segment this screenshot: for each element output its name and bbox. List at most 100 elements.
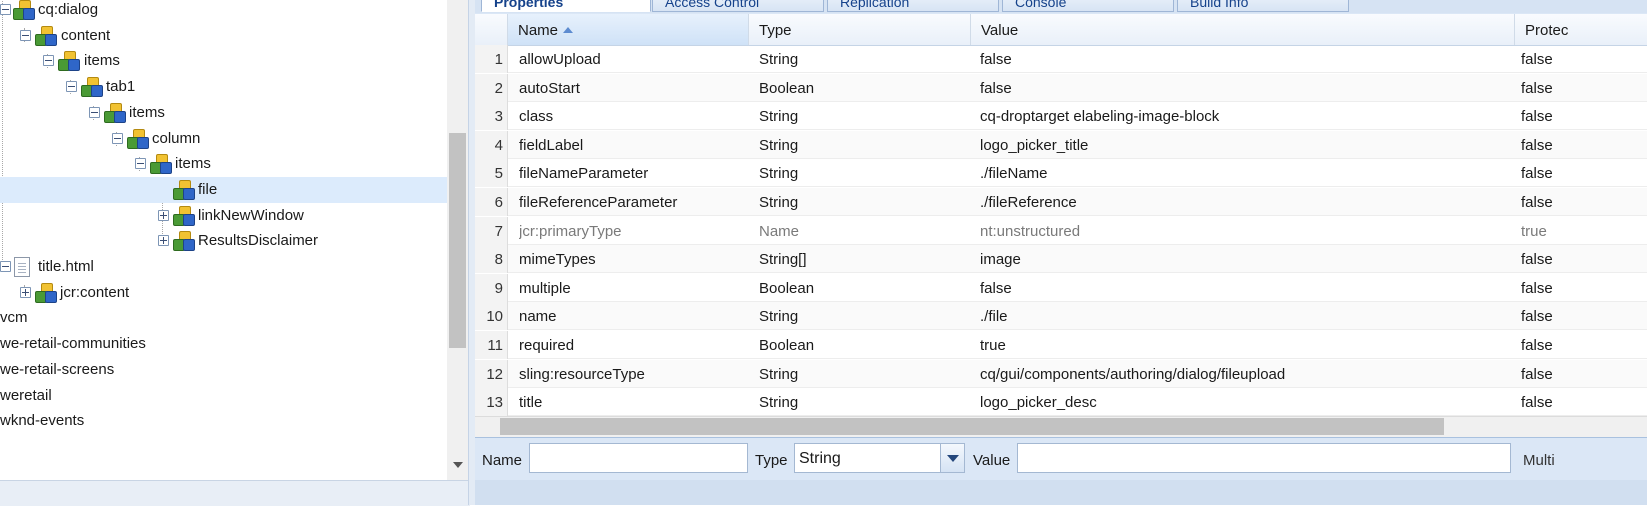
value-input[interactable] (1017, 443, 1511, 473)
row-number: 7 (475, 216, 508, 245)
property-edit-bar: Name Type String Value Multi (475, 437, 1647, 481)
table-row[interactable]: 10 name String ./file false (475, 302, 1647, 331)
table-row[interactable]: 3 class String cq-droptarget elabeling-imag… (475, 102, 1647, 131)
row-number: 6 (475, 188, 508, 216)
tree-item[interactable]: title.html (0, 254, 468, 280)
cell-type: String (759, 108, 799, 126)
sort-ascending-icon (563, 27, 574, 33)
tab-build-info[interactable]: Build Info (1177, 0, 1349, 12)
cell-type: String[] (759, 251, 807, 269)
collapse-icon[interactable] (20, 29, 31, 41)
expand-icon[interactable] (158, 235, 169, 247)
collapse-icon[interactable] (135, 158, 146, 170)
node-icon (81, 77, 103, 98)
tree-item[interactable]: content (0, 23, 468, 49)
cell-value: image (980, 251, 1021, 269)
name-input[interactable] (529, 443, 748, 473)
cell-protected: false (1521, 79, 1553, 97)
grid-scrollbar-thumb[interactable] (500, 418, 1444, 435)
column-header-value[interactable]: Value (971, 14, 1515, 45)
table-row[interactable]: 1 allowUpload String false false (475, 45, 1647, 73)
collapse-icon[interactable] (112, 132, 123, 144)
tree-item[interactable]: we-retail-communities (0, 331, 468, 357)
tree-item-label: title.html (38, 258, 94, 275)
table-row[interactable]: 5 fileNameParameter String ./fileName false (475, 159, 1647, 188)
multi-checkbox-label[interactable]: Multi (1523, 452, 1555, 469)
cell-name: mimeTypes (519, 251, 596, 269)
row-number-label: 4 (494, 136, 503, 154)
cell-value: false (980, 79, 1012, 97)
row-number-label: 9 (494, 279, 503, 297)
tab-replication[interactable]: Replication (827, 0, 999, 12)
collapse-icon[interactable] (0, 4, 11, 15)
cell-name: fieldLabel (519, 136, 584, 154)
tree-item[interactable]: jcr:content (0, 280, 468, 306)
tree-item[interactable]: vcm (0, 305, 468, 331)
cell-value: logo_picker_desc (980, 394, 1097, 412)
table-row[interactable]: 11 required Boolean true false (475, 331, 1647, 359)
cell-value: false (980, 51, 1012, 68)
scroll-down-arrow-icon[interactable] (453, 462, 463, 468)
tree-item[interactable]: column (0, 126, 468, 152)
tree-item[interactable]: we-retail-screens (0, 357, 468, 383)
table-row[interactable]: 6 fileReferenceParameter String ./fileRefer… (475, 188, 1647, 216)
cell-value: cq-droptarget elabeling-image-block (980, 108, 1220, 126)
collapse-icon[interactable] (89, 106, 100, 118)
tab-access-control[interactable]: Access Control (652, 0, 824, 12)
table-row[interactable]: 8 mimeTypes String[] image false (475, 245, 1647, 274)
tab-console[interactable]: Console (1002, 0, 1174, 12)
column-header-name[interactable]: Name (508, 14, 749, 45)
tree-vertical-scrollbar[interactable] (447, 0, 468, 480)
row-number: 8 (475, 245, 508, 274)
expand-icon[interactable] (20, 286, 31, 298)
cell-type: Boolean (759, 79, 815, 97)
cell-name: jcr:primaryType (519, 222, 622, 240)
expand-icon[interactable] (158, 209, 169, 221)
tab-properties[interactable]: Properties (481, 0, 651, 12)
row-number-label: 7 (494, 222, 503, 240)
cell-protected: true (1521, 222, 1547, 240)
collapse-icon[interactable] (43, 55, 54, 67)
tree-scrollbar-thumb[interactable] (449, 133, 466, 348)
type-dropdown-button[interactable] (940, 444, 964, 472)
tree-item[interactable]: wknd-events (0, 408, 468, 434)
tree-item[interactable]: tab1 (0, 74, 468, 100)
row-number-label: 3 (494, 108, 503, 126)
cell-name: class (519, 108, 554, 126)
collapse-icon[interactable] (66, 81, 77, 93)
table-row[interactable]: 9 multiple Boolean false false (475, 273, 1647, 302)
tree-item[interactable]: linkNewWindow (0, 203, 468, 229)
cell-name: title (519, 394, 543, 412)
tree-item-label: weretail (0, 386, 52, 404)
tree-item[interactable]: cq:dialog (0, 0, 468, 23)
table-row[interactable]: 4 fieldLabel String logo_picker_title false (475, 130, 1647, 159)
cell-name: required (519, 337, 575, 354)
node-icon (35, 25, 57, 46)
tree-item[interactable]: ResultsDisclaimer (0, 228, 468, 254)
cell-type: String (759, 365, 799, 383)
table-row[interactable]: 12 sling:resourceType String cq/gui/compone… (475, 359, 1647, 388)
type-select[interactable]: String (794, 443, 965, 473)
table-row[interactable]: 13 title String logo_picker_desc false (475, 388, 1647, 416)
cell-name: multiple (519, 279, 571, 297)
type-label: Type (755, 452, 788, 469)
grid-horizontal-scrollbar[interactable] (475, 416, 1647, 437)
cell-value: cq/gui/components/authoring/dialog/fileu… (980, 365, 1286, 383)
row-number-header (475, 14, 508, 45)
cell-type: Boolean (759, 279, 815, 297)
tree-item[interactable]: weretail (0, 383, 468, 409)
tree-item-label: column (152, 129, 201, 147)
column-header-type[interactable]: Type (749, 14, 971, 45)
tree-item-label: tab1 (106, 78, 136, 96)
table-row[interactable]: 7 jcr:primaryType Name nt:unstructured true (475, 216, 1647, 245)
panel-splitter[interactable] (468, 0, 475, 505)
column-header-protected[interactable]: Protec (1515, 14, 1647, 45)
row-number-label: 13 (486, 394, 503, 412)
tree-item[interactable]: items (0, 151, 468, 177)
tree-item[interactable]: items (0, 48, 468, 74)
tree-item[interactable]: file (0, 176, 468, 203)
table-row[interactable]: 2 autoStart Boolean false false (475, 73, 1647, 102)
collapse-icon[interactable] (0, 261, 11, 272)
tree-item[interactable]: items (0, 100, 468, 126)
cell-type: Boolean (759, 337, 815, 354)
